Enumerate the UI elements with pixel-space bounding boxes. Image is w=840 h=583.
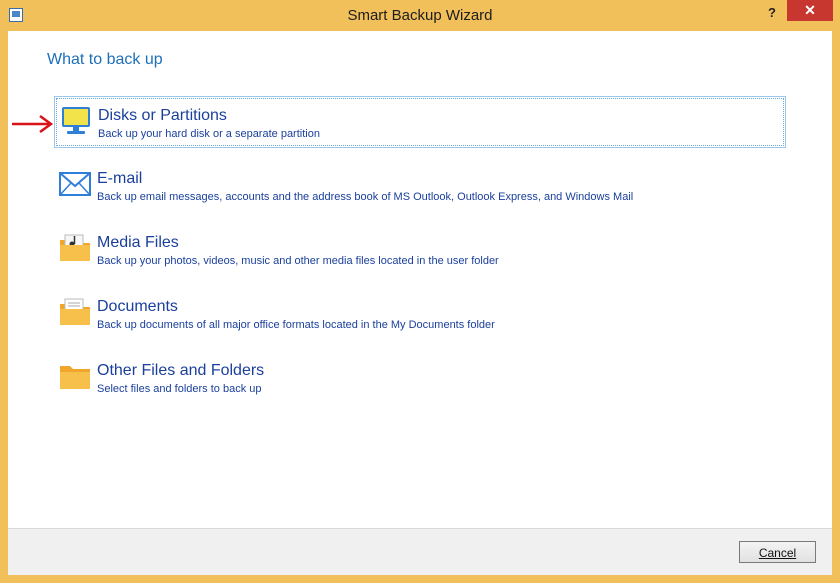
option-documents[interactable]: Documents Back up documents of all major… bbox=[54, 288, 786, 340]
option-title: Media Files bbox=[97, 234, 179, 251]
option-email[interactable]: E-mail Back up email messages, accounts … bbox=[54, 160, 786, 212]
title-bar[interactable]: Smart Backup Wizard ? ✕ bbox=[0, 0, 840, 31]
wizard-content: What to back up Disks or Partitions Back… bbox=[8, 31, 832, 575]
wizard-window: Smart Backup Wizard ? ✕ What to back up … bbox=[0, 0, 840, 583]
option-disks-or-partitions[interactable]: Disks or Partitions Back up your hard di… bbox=[54, 96, 786, 148]
option-description: Back up your hard disk or a separate par… bbox=[98, 128, 320, 140]
red-arrow-annotation bbox=[12, 114, 54, 134]
documents-folder-icon bbox=[60, 298, 90, 325]
option-media-files[interactable]: Media Files Back up your photos, videos,… bbox=[54, 224, 786, 276]
media-folder-icon bbox=[60, 234, 90, 261]
option-title: E-mail bbox=[97, 170, 143, 187]
button-bar bbox=[8, 529, 832, 575]
cancel-button[interactable]: Cancel bbox=[739, 541, 816, 563]
close-button[interactable]: ✕ bbox=[787, 0, 833, 21]
option-title: Documents bbox=[97, 298, 178, 315]
window-title: Smart Backup Wizard bbox=[347, 7, 493, 24]
envelope-icon bbox=[59, 172, 91, 196]
option-description: Select files and folders to back up bbox=[97, 383, 262, 395]
option-description: Back up your photos, videos, music and o… bbox=[97, 255, 499, 267]
page-title: What to back up bbox=[47, 51, 163, 68]
option-title: Disks or Partitions bbox=[98, 107, 227, 124]
option-title: Other Files and Folders bbox=[97, 362, 265, 379]
option-description: Back up documents of all major office fo… bbox=[97, 319, 495, 331]
folder-icon bbox=[60, 366, 90, 389]
monitor-icon bbox=[62, 107, 90, 134]
option-description: Back up email messages, accounts and the… bbox=[97, 191, 634, 203]
option-other-files-and-folders[interactable]: Other Files and Folders Select files and… bbox=[54, 352, 786, 404]
help-button[interactable]: ? bbox=[768, 5, 776, 20]
cancel-button-label: Cancel bbox=[758, 546, 797, 560]
